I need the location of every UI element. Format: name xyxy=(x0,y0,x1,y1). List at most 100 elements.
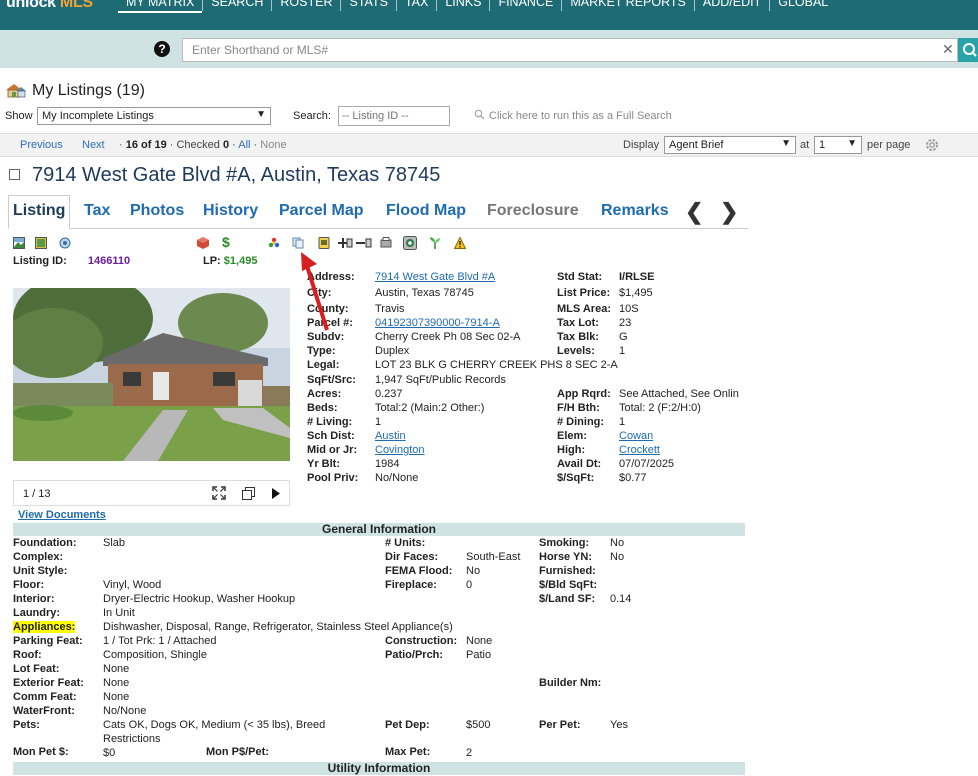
select-all-link[interactable]: All xyxy=(238,139,250,151)
detail-sqft: SqFt/Src: xyxy=(307,374,356,386)
play-icon[interactable] xyxy=(271,487,281,500)
next-link[interactable]: Next xyxy=(82,139,105,151)
nav-stats[interactable]: STATS xyxy=(340,0,395,11)
detail-fh-bth: F/H Bth: xyxy=(557,402,600,414)
add-remove-icon[interactable] xyxy=(338,237,378,249)
pager-position: · 16 of 19 · Checked 0 · All · None xyxy=(119,139,287,151)
nav-market-reports[interactable]: MARKET REPORTS xyxy=(561,0,694,11)
mid-jr-link[interactable]: Covington xyxy=(375,444,425,456)
detail-beds: Beds: xyxy=(307,402,338,414)
tab-foreclosure[interactable]: Foreclosure xyxy=(487,202,579,220)
show-label: Show xyxy=(5,110,33,122)
search-button[interactable] xyxy=(958,38,978,62)
view-documents-link[interactable]: View Documents xyxy=(18,509,106,521)
chevron-left-icon[interactable]: ❮ xyxy=(685,199,703,225)
per-page-select[interactable]: 1 ▼ xyxy=(814,136,862,154)
list-price: LP: $1,495 xyxy=(203,255,257,267)
help-icon[interactable]: ? xyxy=(154,41,170,57)
utility-info-header: Utility Information xyxy=(13,762,745,775)
listing-photo[interactable] xyxy=(13,288,290,461)
elem-link[interactable]: Cowan xyxy=(619,430,653,442)
detail-mid-jr: Mid or Jr: xyxy=(307,444,358,456)
brand-logo[interactable]: unlock MLS xyxy=(6,0,93,12)
previous-link[interactable]: Previous xyxy=(20,139,63,151)
listing-checkbox[interactable] xyxy=(9,169,20,180)
tab-history[interactable]: History xyxy=(203,202,258,220)
detail-std-stat: Std Stat: xyxy=(557,271,603,283)
detail-legal: Legal: xyxy=(307,359,340,371)
nav-add-edit[interactable]: ADD/EDIT xyxy=(693,0,769,11)
search-icon xyxy=(963,43,977,57)
chevron-right-icon[interactable]: ❯ xyxy=(720,199,738,225)
at-label: at xyxy=(800,139,810,151)
lp-label: LP: xyxy=(203,255,221,267)
per-page-value: 1 xyxy=(819,139,826,151)
photo-icon[interactable] xyxy=(13,237,25,249)
nav-global[interactable]: GLOBAL xyxy=(769,0,836,11)
display-select[interactable]: Agent Brief ▼ xyxy=(664,136,796,154)
search-label: Search: xyxy=(293,110,331,122)
detail-type: Type: xyxy=(307,345,336,357)
clear-icon[interactable]: ✕ xyxy=(942,42,954,56)
listing-tabs: Listing Tax Photos History Parcel Map Fl… xyxy=(8,195,748,229)
picture-icon[interactable] xyxy=(35,237,47,249)
run-full-search-text: Click here to run this as a Full Search xyxy=(489,110,672,122)
detail-high: High: xyxy=(557,444,586,456)
chevron-down-icon: ▼ xyxy=(256,109,266,120)
cube-icon[interactable] xyxy=(197,237,209,249)
nav-tax[interactable]: TAX xyxy=(395,0,436,11)
photo-controls: 1 / 13 xyxy=(13,480,290,506)
address-link[interactable]: 7914 West Gate Blvd #A xyxy=(375,271,495,283)
color-wheel-icon[interactable] xyxy=(268,237,280,249)
high-link[interactable]: Crockett xyxy=(619,444,660,456)
gear-icon[interactable] xyxy=(924,137,940,153)
tab-parcel-map[interactable]: Parcel Map xyxy=(279,202,363,220)
detail-dining: # Dining: xyxy=(557,416,605,428)
top-nav: unlock MLS MY MATRIX SEARCH ROSTER STATS… xyxy=(0,0,978,30)
general-info-header: General Information xyxy=(13,523,745,536)
display-select-value: Agent Brief xyxy=(669,139,724,151)
pager-bar: Previous Next · 16 of 19 · Checked 0 · A… xyxy=(0,133,978,157)
tab-photos[interactable]: Photos xyxy=(130,202,184,220)
detail-sch-dist: Sch Dist: xyxy=(307,430,355,442)
print-icon[interactable] xyxy=(380,237,392,249)
warning-icon[interactable] xyxy=(454,237,466,249)
detail-price-sqft: $/SqFt: xyxy=(557,472,595,484)
listing-id-value: 1466110 xyxy=(87,255,131,267)
camera-icon[interactable] xyxy=(403,236,417,250)
nav-links[interactable]: LINKS xyxy=(436,0,489,11)
shorthand-search-input[interactable] xyxy=(182,38,958,62)
nav-roster[interactable]: ROSTER xyxy=(271,0,340,11)
listing-id-label: Listing ID: xyxy=(13,255,67,267)
listing-address-title: 7914 West Gate Blvd #A, Austin, Texas 78… xyxy=(32,164,441,186)
listing-id: Listing ID: 1466110 xyxy=(13,255,130,267)
listing-id-input[interactable] xyxy=(338,106,450,126)
sch-dist-link[interactable]: Austin xyxy=(375,430,406,442)
tab-tax[interactable]: Tax xyxy=(84,202,110,220)
run-full-search-link[interactable]: Click here to run this as a Full Search xyxy=(474,109,672,122)
tab-remarks[interactable]: Remarks xyxy=(601,202,673,220)
chevron-down-icon: ▼ xyxy=(781,138,791,149)
detail-tax-lot: Tax Lot: xyxy=(557,317,599,329)
nav-finance[interactable]: FINANCE xyxy=(489,0,561,11)
tab-flood-map[interactable]: Flood Map xyxy=(386,202,466,220)
chevron-down-icon: ▼ xyxy=(847,138,857,149)
leaf-icon[interactable] xyxy=(429,237,441,249)
select-none-link[interactable]: None xyxy=(260,139,286,151)
search-icon xyxy=(474,109,485,120)
nav-my-matrix[interactable]: MY MATRIX xyxy=(118,0,203,13)
show-select[interactable]: My Incomplete Listings ▼ xyxy=(37,107,271,125)
show-select-value: My Incomplete Listings xyxy=(42,110,154,122)
fullscreen-icon[interactable] xyxy=(212,486,226,500)
dollar-icon[interactable]: $ xyxy=(222,234,230,250)
tab-listing[interactable]: Listing xyxy=(8,195,71,229)
detail-levels: Levels: xyxy=(557,345,595,357)
refresh-icon[interactable] xyxy=(59,237,71,249)
gallery-icon[interactable] xyxy=(242,487,255,500)
nav-menu: MY MATRIX SEARCH ROSTER STATS TAX LINKS … xyxy=(118,0,836,13)
detail-elem: Elem: xyxy=(557,430,587,442)
parcel-link[interactable]: 04192307390000-7914-A xyxy=(375,317,500,329)
nav-search[interactable]: SEARCH xyxy=(202,0,271,11)
page-title: My Listings (19) xyxy=(32,82,145,99)
detail-tax-blk: Tax Blk: xyxy=(557,331,599,343)
